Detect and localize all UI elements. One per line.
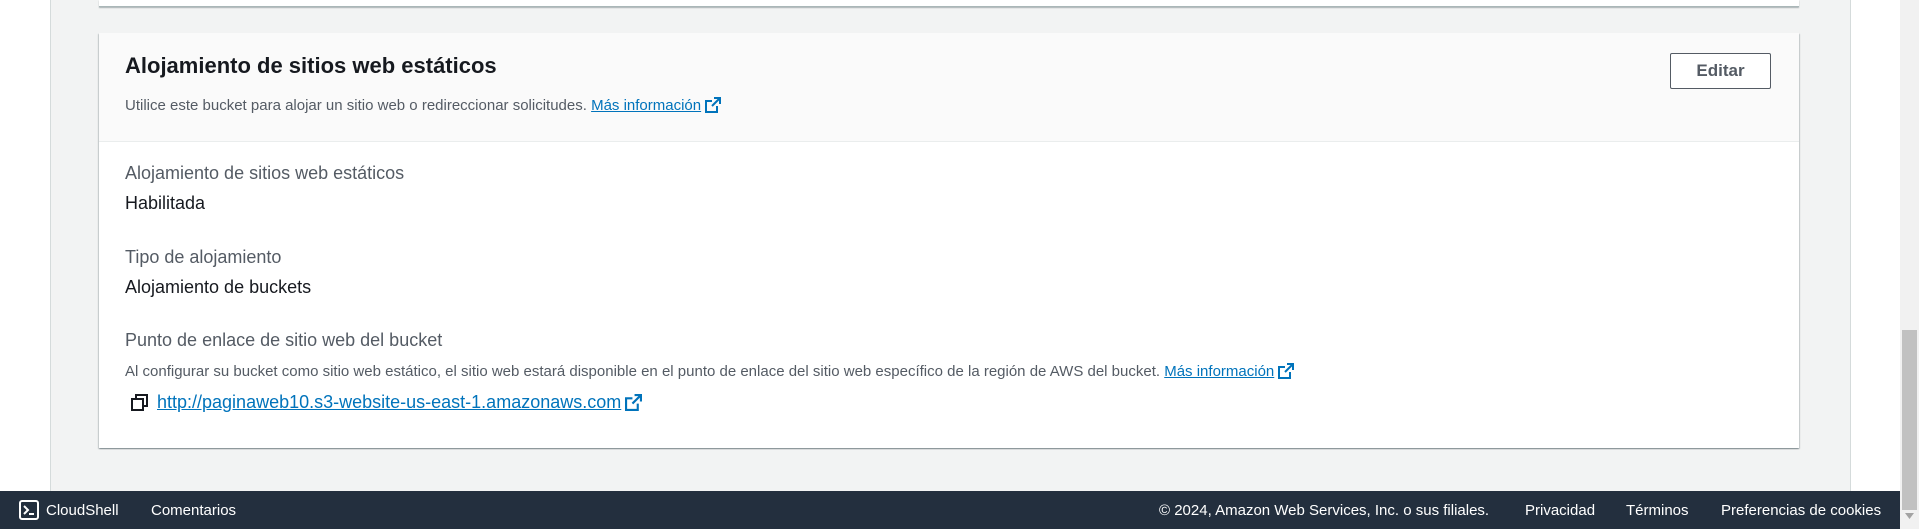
learn-more-label: Más información <box>591 97 702 114</box>
endpoint-learn-more-link[interactable]: Más información <box>1164 363 1274 380</box>
endpoint-description-text: Al configurar su bucket como sitio web e… <box>125 363 1161 380</box>
terms-link[interactable]: Términos <box>1626 502 1689 519</box>
panel-description-text: Utilice este bucket para alojar un sitio… <box>125 97 587 114</box>
previous-panel-edge <box>99 0 1799 7</box>
privacy-link[interactable]: Privacidad <box>1525 502 1595 519</box>
hosting-type-label: Tipo de alojamiento <box>125 247 282 267</box>
endpoint-description: Al configurar su bucket como sitio web e… <box>125 363 1295 380</box>
panel-title: Alojamiento de sitios web estáticos <box>125 53 497 78</box>
scrollbar-thumb[interactable] <box>1902 330 1917 510</box>
copy-icon[interactable] <box>131 394 149 412</box>
console-footer: CloudShell Comentarios © 2024, Amazon We… <box>0 491 1900 529</box>
endpoint-url-row: http://paginaweb10.s3-website-us-east-1.… <box>157 392 643 413</box>
cloudshell-icon[interactable] <box>19 500 39 520</box>
cloudshell-button[interactable]: CloudShell <box>46 502 119 519</box>
external-link-icon[interactable] <box>705 97 722 113</box>
learn-more-link[interactable]: Más información <box>591 97 701 114</box>
endpoint-learn-more-label: Más información <box>1164 363 1275 380</box>
copyright-text: © 2024, Amazon Web Services, Inc. o sus … <box>1159 502 1490 519</box>
hosting-label: Alojamiento de sitios web estáticos <box>125 163 405 183</box>
scroll-down-icon[interactable] <box>1905 513 1914 519</box>
endpoint-url: http://paginaweb10.s3-website-us-east-1.… <box>157 392 622 412</box>
comments-button[interactable]: Comentarios <box>151 502 236 519</box>
endpoint-url-link[interactable]: http://paginaweb10.s3-website-us-east-1.… <box>157 392 621 412</box>
edit-button[interactable]: Editar <box>1670 53 1771 89</box>
endpoint-label: Punto de enlace de sitio web del bucket <box>125 330 443 350</box>
hosting-type-value: Alojamiento de buckets <box>125 277 312 297</box>
panel-description: Utilice este bucket para alojar un sitio… <box>125 97 722 114</box>
static-website-hosting-panel: Alojamiento de sitios web estáticos Util… <box>99 33 1799 448</box>
external-link-icon[interactable] <box>1278 363 1295 379</box>
external-link-icon[interactable] <box>625 394 643 411</box>
panel-header: Alojamiento de sitios web estáticos Util… <box>99 33 1799 142</box>
hosting-value: Habilitada <box>125 193 206 213</box>
cookie-preferences-link[interactable]: Preferencias de cookies <box>1721 502 1881 519</box>
